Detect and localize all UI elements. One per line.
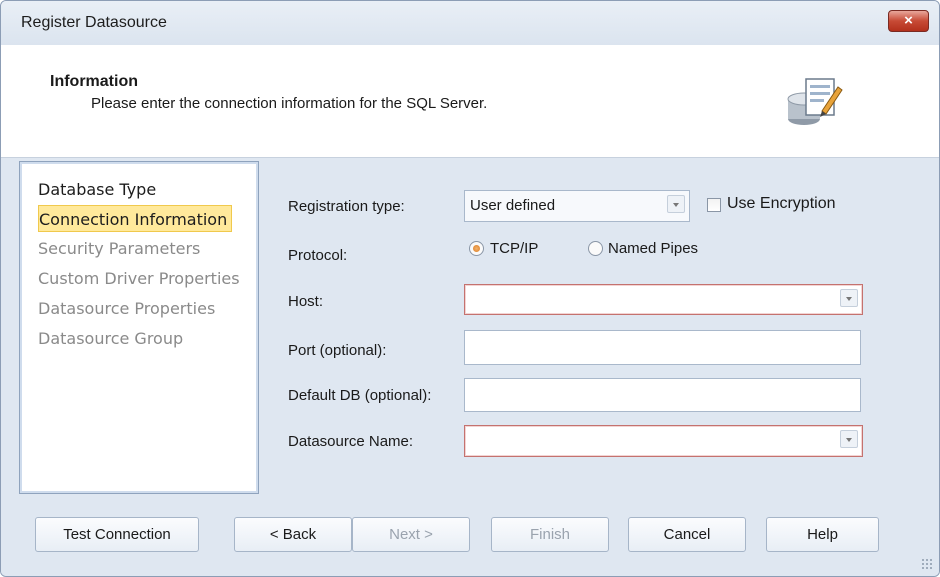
named-pipes-radio[interactable]	[588, 241, 603, 256]
register-datasource-dialog: Register Datasource × Information Please…	[0, 0, 940, 577]
title-bar[interactable]: Register Datasource ×	[1, 1, 939, 45]
port-label: Port (optional):	[288, 342, 387, 359]
close-button[interactable]: ×	[888, 10, 929, 32]
use-encryption-label[interactable]: Use Encryption	[727, 195, 836, 213]
nav-item-security-parameters[interactable]: Security Parameters	[36, 235, 204, 262]
help-button[interactable]: Help	[766, 517, 879, 552]
registration-type-dropdown[interactable]: User defined	[464, 190, 690, 222]
header-title: Information	[50, 73, 138, 90]
test-connection-button[interactable]: Test Connection	[35, 517, 199, 552]
nav-item-datasource-group[interactable]: Datasource Group	[36, 325, 187, 352]
database-form-icon	[787, 78, 843, 125]
chevron-down-icon[interactable]	[840, 289, 858, 307]
resize-grip-icon[interactable]	[921, 558, 933, 570]
default-db-input[interactable]	[464, 378, 861, 412]
chevron-down-icon[interactable]	[840, 430, 858, 448]
port-input[interactable]	[464, 330, 861, 365]
protocol-label: Protocol:	[288, 247, 348, 264]
wizard-steps-panel: Database Type Connection Information Sec…	[19, 161, 259, 494]
wizard-header: Information Please enter the connection …	[1, 45, 939, 158]
datasource-name-label: Datasource Name:	[288, 433, 414, 450]
registration-type-value: User defined	[470, 197, 556, 214]
close-icon: ×	[904, 12, 913, 29]
named-pipes-radio-label[interactable]: Named Pipes	[608, 240, 698, 257]
nav-item-connection-information[interactable]: Connection Information	[38, 205, 233, 232]
host-label: Host:	[288, 293, 324, 310]
nav-item-datasource-properties[interactable]: Datasource Properties	[36, 295, 219, 322]
tcpip-radio[interactable]	[469, 241, 484, 256]
default-db-label: Default DB (optional):	[288, 387, 432, 404]
nav-item-custom-driver-properties[interactable]: Custom Driver Properties	[36, 265, 244, 292]
host-combobox[interactable]	[464, 284, 863, 315]
use-encryption-checkbox[interactable]	[707, 198, 721, 212]
cancel-button[interactable]: Cancel	[628, 517, 746, 552]
nav-item-database-type[interactable]: Database Type	[36, 176, 160, 203]
finish-button[interactable]: Finish	[491, 517, 609, 552]
back-button[interactable]: < Back	[234, 517, 352, 552]
tcpip-radio-label[interactable]: TCP/IP	[490, 240, 538, 257]
registration-type-label: Registration type:	[288, 198, 405, 215]
next-button[interactable]: Next >	[352, 517, 470, 552]
datasource-name-combobox[interactable]	[464, 425, 863, 457]
chevron-down-icon[interactable]	[667, 195, 685, 213]
header-subtitle: Please enter the connection information …	[91, 95, 488, 112]
window-title: Register Datasource	[21, 14, 167, 31]
